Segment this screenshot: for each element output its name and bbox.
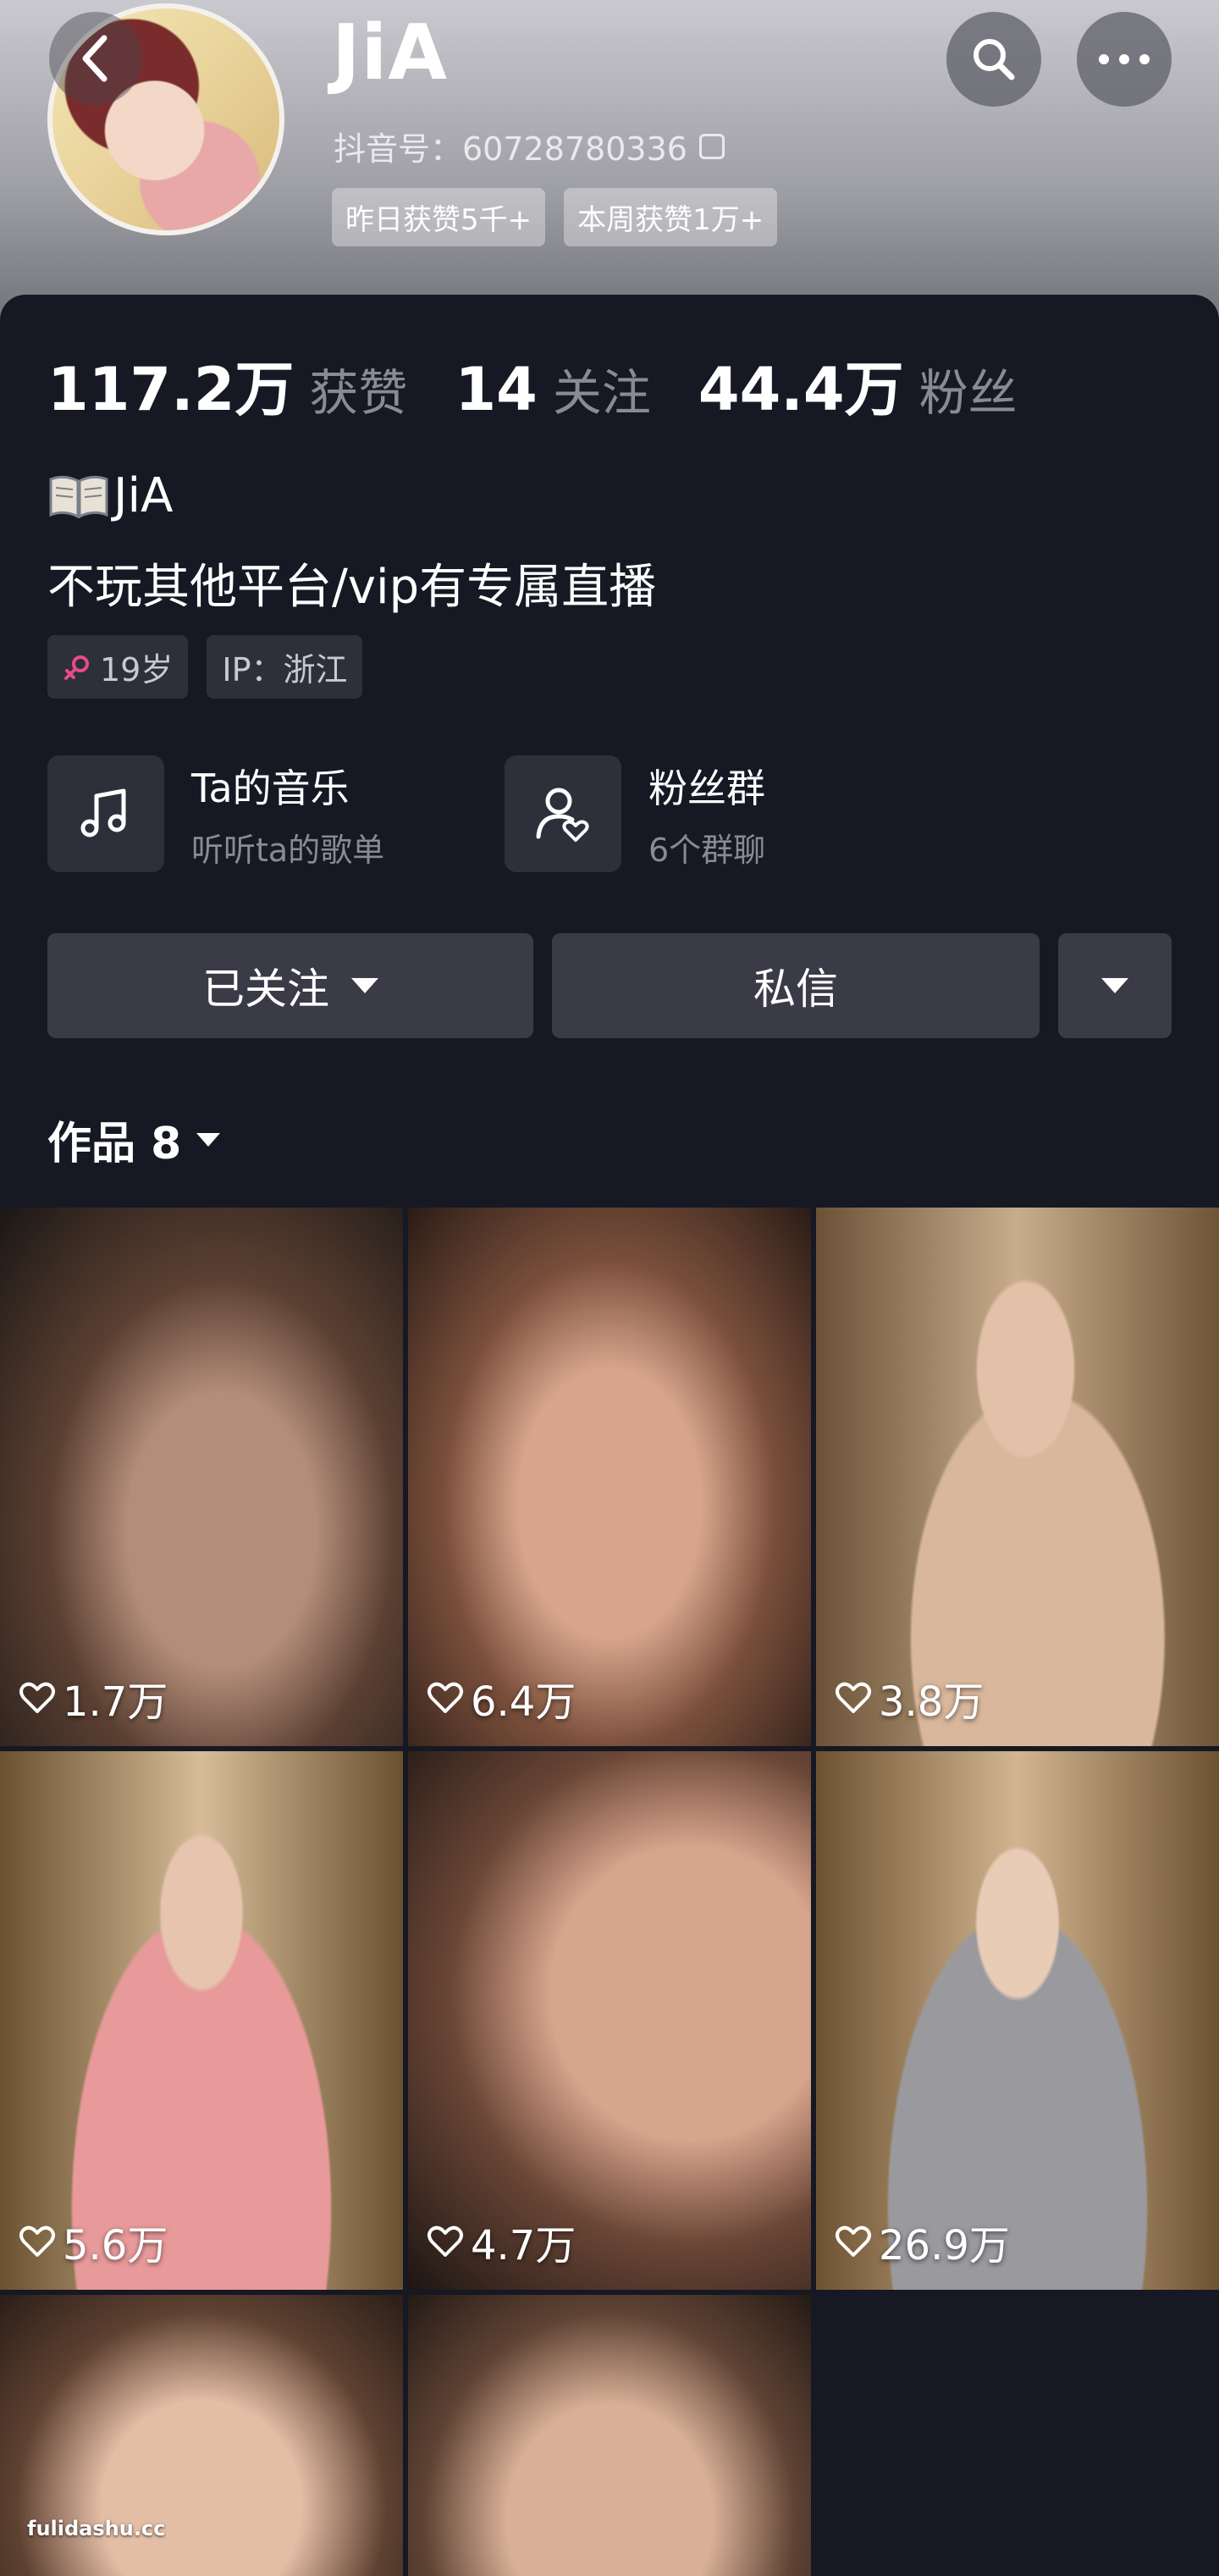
message-button[interactable]: 私信 — [552, 933, 1040, 1038]
douyin-id-text: 抖音号：60728780336 — [334, 130, 687, 168]
video-likes-count: 26.9万 — [879, 2222, 1010, 2269]
video-likes-count: 4.7万 — [471, 2222, 576, 2269]
music-entry[interactable]: Ta的音乐 听听ta的歌单 — [47, 755, 384, 872]
back-chevron-icon — [82, 35, 108, 82]
age-tag-text: 19岁 — [100, 651, 174, 688]
dropdown-arrow-icon — [1101, 978, 1128, 993]
search-button[interactable] — [946, 12, 1041, 107]
copy-icon[interactable] — [698, 133, 725, 159]
video-thumbnail[interactable] — [408, 2295, 811, 2576]
heart-icon — [836, 2225, 871, 2257]
age-tag: 19岁 — [47, 635, 189, 699]
bio-name-text: JiA — [113, 468, 174, 523]
followers-count[interactable]: 44.4万 — [698, 342, 904, 428]
music-subtitle: 听听ta的歌单 — [191, 831, 385, 869]
followers-label: 粉丝 — [918, 364, 1018, 422]
music-note-icon — [80, 788, 126, 837]
fan-group-icon-box — [505, 755, 621, 872]
female-icon — [64, 655, 89, 680]
book-icon — [49, 475, 108, 518]
video-likes: 5.6万 — [19, 2212, 168, 2271]
heart-icon — [19, 1682, 55, 1713]
likes-label: 获赞 — [309, 364, 408, 422]
music-title: Ta的音乐 — [191, 765, 350, 811]
video-likes-count: 3.8万 — [879, 1678, 985, 1726]
following-label: 关注 — [552, 364, 651, 422]
douyin-id[interactable]: 抖音号：60728780336 — [334, 123, 725, 169]
username: JiA — [332, 8, 448, 97]
heart-icon — [427, 1682, 463, 1713]
video-likes: 1.7万 — [19, 1668, 168, 1727]
heart-icon — [427, 2225, 463, 2257]
bio-text: 不玩其他平台/vip有专属直播 — [47, 560, 657, 615]
profile-card: 117.2万 获赞 14 关注 44.4万 粉丝 JiA 不玩其他平台/vip有… — [0, 295, 1219, 1209]
video-likes-count: 5.6万 — [63, 2222, 168, 2269]
fan-group-icon — [536, 788, 589, 842]
profile-header: JiA 抖音号：60728780336 昨日获赞5千+ 本周获赞1万+ — [0, 0, 1219, 339]
video-likes-count: 6.4万 — [471, 1678, 576, 1726]
video-likes: 6.4万 — [427, 1668, 576, 1727]
fan-group-title: 粉丝群 — [648, 765, 765, 811]
likes-count[interactable]: 117.2万 — [47, 342, 294, 428]
dropdown-arrow-icon — [351, 978, 378, 993]
chip-yesterday-likes: 昨日获赞5千+ — [332, 188, 546, 246]
more-button[interactable] — [1077, 12, 1172, 107]
works-dropdown-icon — [196, 1132, 221, 1147]
music-icon-box — [47, 755, 164, 872]
video-thumbnail[interactable]: 3.8万 — [816, 1208, 1219, 1746]
video-likes: 3.8万 — [835, 1668, 984, 1727]
fan-group-entry[interactable]: 粉丝群 6个群聊 — [505, 755, 765, 872]
followed-button[interactable]: 已关注 — [47, 933, 533, 1038]
search-icon — [974, 39, 1015, 80]
chip-week-likes: 本周获赞1万+ — [564, 188, 778, 246]
tags-row: 19岁 IP：浙江 — [47, 635, 363, 699]
video-thumbnail[interactable]: 5.6万 — [0, 1751, 403, 2290]
like-chips: 昨日获赞5千+ 本周获赞1万+ — [332, 188, 778, 246]
message-label: 私信 — [753, 965, 838, 1014]
video-likes-count: 1.7万 — [63, 1678, 168, 1726]
video-likes: 26.9万 — [835, 2212, 1010, 2271]
fan-group-subtitle: 6个群聊 — [648, 831, 766, 869]
following-count[interactable]: 14 — [455, 355, 537, 424]
heart-icon — [836, 1682, 871, 1713]
more-dots-icon — [1099, 54, 1150, 64]
back-button[interactable] — [49, 12, 142, 105]
stats-row: 117.2万 获赞 14 关注 44.4万 粉丝 — [47, 342, 1018, 428]
heart-icon — [19, 2225, 55, 2257]
video-thumbnail[interactable]: 26.9万 — [816, 1751, 1219, 2290]
works-label: 作品 8 — [47, 1119, 182, 1169]
ip-tag: IP：浙江 — [207, 635, 363, 699]
bio-name: JiA — [47, 468, 173, 523]
works-tab[interactable]: 作品 8 — [47, 1108, 221, 1171]
watermark-text: fulidashu.cc — [27, 2517, 166, 2540]
video-likes: 4.7万 — [427, 2212, 576, 2271]
followed-label: 已关注 — [202, 965, 329, 1014]
video-thumbnail[interactable]: 4.7万 — [408, 1751, 811, 2290]
video-thumbnail[interactable]: 6.4万 — [408, 1208, 811, 1746]
more-actions-button[interactable] — [1058, 933, 1172, 1038]
video-thumbnail[interactable]: 1.7万 — [0, 1208, 403, 1746]
